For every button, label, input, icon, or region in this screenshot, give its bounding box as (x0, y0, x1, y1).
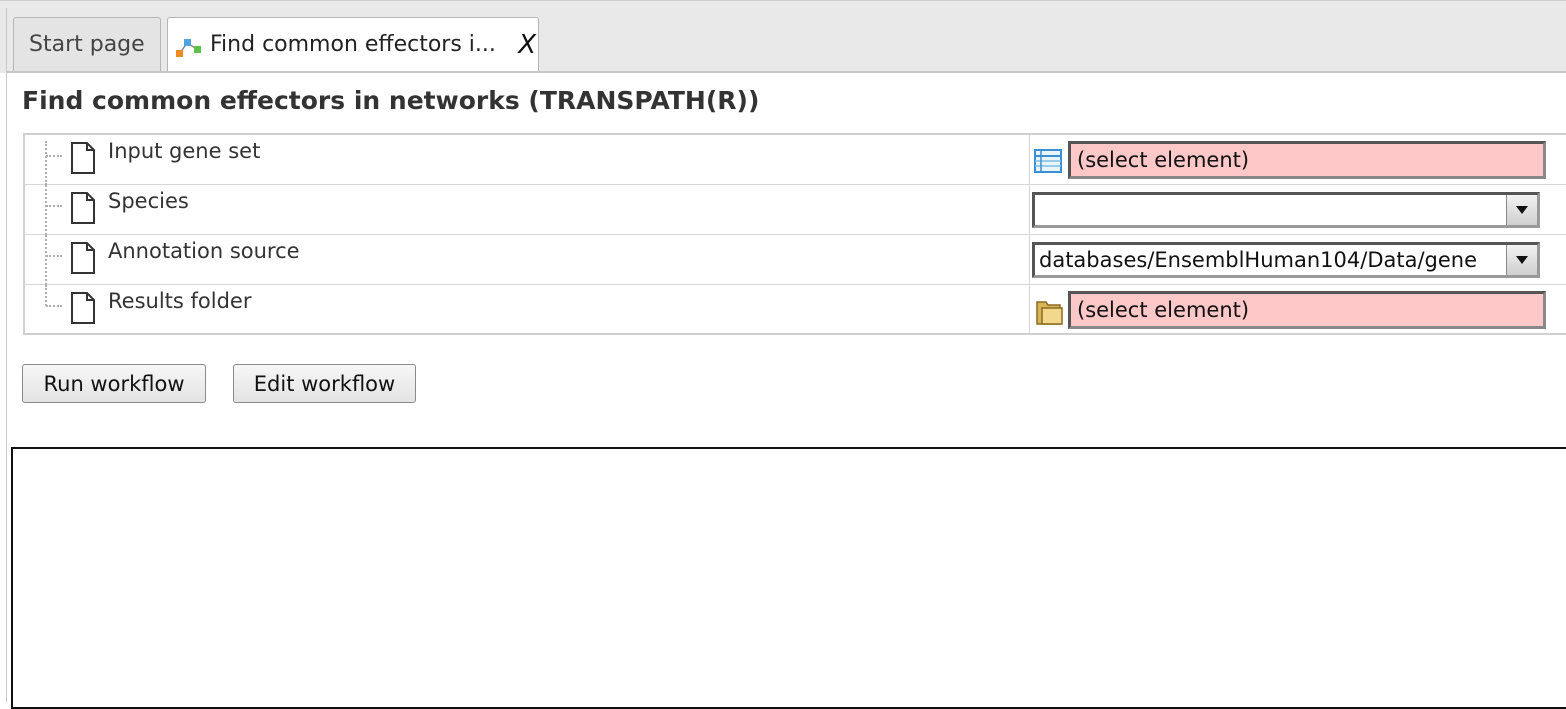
tree-branch (46, 155, 62, 157)
parameter-label: Annotation source (108, 239, 300, 263)
annotation-source-dropdown[interactable]: databases/EnsemblHuman104/Data/gene (1032, 242, 1540, 278)
parameter-label: Species (108, 189, 189, 213)
tree-connector (45, 141, 47, 185)
tab-bar-divider (6, 71, 1566, 73)
parameter-row-species: Species (25, 185, 1566, 235)
parameter-label: Input gene set (108, 139, 261, 163)
parameter-label: Results folder (108, 289, 252, 313)
tab-start-page-label: Start page (29, 32, 145, 57)
document-icon (71, 192, 95, 224)
close-icon[interactable]: X (518, 18, 536, 72)
workflow-icon (176, 39, 201, 57)
parameter-row-input-gene-set: Input gene set (select element) (25, 135, 1566, 185)
input-gene-set-selector[interactable]: (select element) (1068, 141, 1546, 179)
tab-start-page[interactable]: Start page (13, 17, 161, 71)
tree-connector (45, 285, 47, 306)
panel-left-border (6, 8, 7, 702)
tab-find-label: Find common effectors i... (210, 32, 496, 57)
document-icon (71, 142, 95, 174)
tree-branch (46, 305, 62, 307)
parameter-row-annotation-source: Annotation source databases/EnsemblHuman… (25, 235, 1566, 285)
annotation-source-value: databases/EnsemblHuman104/Data/gene (1039, 248, 1478, 272)
parameters-table: Input gene set (select element) Species (23, 133, 1566, 335)
results-folder-selector[interactable]: (select element) (1068, 291, 1546, 329)
document-icon (71, 292, 95, 324)
table-list-icon (1034, 149, 1062, 173)
tab-bar: Start page Find common effectors i... X (0, 0, 1566, 73)
document-icon (71, 242, 95, 274)
tab-find-common-effectors[interactable]: Find common effectors i... X (167, 17, 539, 73)
workflow-output-panel (11, 447, 1566, 709)
tree-branch (46, 255, 62, 257)
tree-branch (46, 205, 62, 207)
parameter-row-results-folder: Results folder (select element) (25, 285, 1566, 335)
page-title: Find common effectors in networks (TRANS… (22, 86, 760, 115)
folder-icon (1036, 301, 1063, 325)
tree-connector (45, 185, 47, 235)
tree-connector (45, 235, 47, 285)
species-dropdown[interactable] (1032, 192, 1540, 228)
chevron-down-icon[interactable] (1506, 195, 1537, 225)
edit-workflow-button[interactable]: Edit workflow (233, 364, 416, 403)
chevron-down-icon[interactable] (1506, 245, 1537, 275)
run-workflow-button[interactable]: Run workflow (22, 364, 206, 403)
